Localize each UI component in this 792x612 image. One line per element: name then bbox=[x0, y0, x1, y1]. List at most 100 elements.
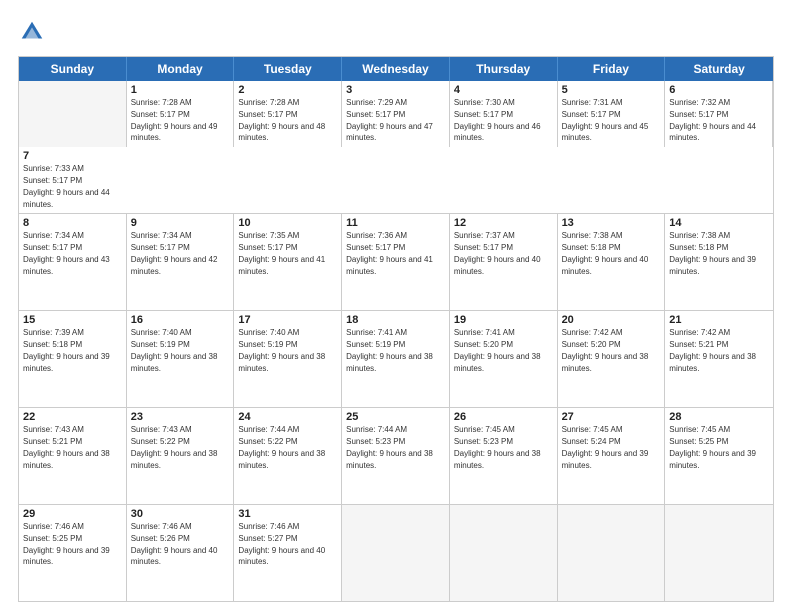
empty-cell bbox=[558, 505, 666, 601]
day-cell: 11 Sunrise: 7:36 AMSunset: 5:17 PMDaylig… bbox=[342, 214, 450, 310]
calendar-header: SundayMondayTuesdayWednesdayThursdayFrid… bbox=[19, 57, 773, 81]
day-info: Sunrise: 7:30 AMSunset: 5:17 PMDaylight:… bbox=[454, 98, 541, 142]
day-info: Sunrise: 7:44 AMSunset: 5:22 PMDaylight:… bbox=[238, 425, 325, 469]
day-number: 10 bbox=[238, 217, 337, 229]
day-number: 19 bbox=[454, 314, 553, 326]
day-cell: 21 Sunrise: 7:42 AMSunset: 5:21 PMDaylig… bbox=[665, 311, 773, 407]
calendar-row: 1 Sunrise: 7:28 AMSunset: 5:17 PMDayligh… bbox=[19, 81, 773, 213]
header-day: Thursday bbox=[450, 57, 558, 81]
header-day: Monday bbox=[127, 57, 235, 81]
day-number: 6 bbox=[669, 84, 768, 96]
day-number: 9 bbox=[131, 217, 230, 229]
day-cell: 26 Sunrise: 7:45 AMSunset: 5:23 PMDaylig… bbox=[450, 408, 558, 504]
day-info: Sunrise: 7:40 AMSunset: 5:19 PMDaylight:… bbox=[238, 328, 325, 372]
day-cell: 25 Sunrise: 7:44 AMSunset: 5:23 PMDaylig… bbox=[342, 408, 450, 504]
day-info: Sunrise: 7:42 AMSunset: 5:21 PMDaylight:… bbox=[669, 328, 756, 372]
calendar-row: 8 Sunrise: 7:34 AMSunset: 5:17 PMDayligh… bbox=[19, 213, 773, 310]
day-cell: 17 Sunrise: 7:40 AMSunset: 5:19 PMDaylig… bbox=[234, 311, 342, 407]
day-info: Sunrise: 7:38 AMSunset: 5:18 PMDaylight:… bbox=[562, 231, 649, 275]
day-info: Sunrise: 7:45 AMSunset: 5:23 PMDaylight:… bbox=[454, 425, 541, 469]
day-info: Sunrise: 7:34 AMSunset: 5:17 PMDaylight:… bbox=[23, 231, 110, 275]
day-number: 21 bbox=[669, 314, 769, 326]
day-info: Sunrise: 7:40 AMSunset: 5:19 PMDaylight:… bbox=[131, 328, 218, 372]
day-number: 14 bbox=[669, 217, 769, 229]
day-info: Sunrise: 7:44 AMSunset: 5:23 PMDaylight:… bbox=[346, 425, 433, 469]
day-cell: 30 Sunrise: 7:46 AMSunset: 5:26 PMDaylig… bbox=[127, 505, 235, 601]
day-cell: 3 Sunrise: 7:29 AMSunset: 5:17 PMDayligh… bbox=[342, 81, 450, 147]
header-day: Friday bbox=[558, 57, 666, 81]
day-cell: 1 Sunrise: 7:28 AMSunset: 5:17 PMDayligh… bbox=[127, 81, 235, 147]
day-info: Sunrise: 7:42 AMSunset: 5:20 PMDaylight:… bbox=[562, 328, 649, 372]
day-info: Sunrise: 7:32 AMSunset: 5:17 PMDaylight:… bbox=[669, 98, 756, 142]
empty-cell bbox=[342, 505, 450, 601]
logo-icon bbox=[18, 18, 46, 46]
day-info: Sunrise: 7:45 AMSunset: 5:25 PMDaylight:… bbox=[669, 425, 756, 469]
day-number: 27 bbox=[562, 411, 661, 423]
day-info: Sunrise: 7:38 AMSunset: 5:18 PMDaylight:… bbox=[669, 231, 756, 275]
calendar: SundayMondayTuesdayWednesdayThursdayFrid… bbox=[18, 56, 774, 602]
day-cell: 14 Sunrise: 7:38 AMSunset: 5:18 PMDaylig… bbox=[665, 214, 773, 310]
calendar-row: 29 Sunrise: 7:46 AMSunset: 5:25 PMDaylig… bbox=[19, 504, 773, 601]
day-info: Sunrise: 7:37 AMSunset: 5:17 PMDaylight:… bbox=[454, 231, 541, 275]
day-cell: 10 Sunrise: 7:35 AMSunset: 5:17 PMDaylig… bbox=[234, 214, 342, 310]
day-info: Sunrise: 7:34 AMSunset: 5:17 PMDaylight:… bbox=[131, 231, 218, 275]
day-cell: 18 Sunrise: 7:41 AMSunset: 5:19 PMDaylig… bbox=[342, 311, 450, 407]
day-number: 15 bbox=[23, 314, 122, 326]
day-cell: 31 Sunrise: 7:46 AMSunset: 5:27 PMDaylig… bbox=[234, 505, 342, 601]
day-info: Sunrise: 7:41 AMSunset: 5:19 PMDaylight:… bbox=[346, 328, 433, 372]
day-cell: 28 Sunrise: 7:45 AMSunset: 5:25 PMDaylig… bbox=[665, 408, 773, 504]
day-number: 1 bbox=[131, 84, 230, 96]
day-cell: 27 Sunrise: 7:45 AMSunset: 5:24 PMDaylig… bbox=[558, 408, 666, 504]
header-day: Tuesday bbox=[234, 57, 342, 81]
day-cell: 13 Sunrise: 7:38 AMSunset: 5:18 PMDaylig… bbox=[558, 214, 666, 310]
day-number: 28 bbox=[669, 411, 769, 423]
day-number: 13 bbox=[562, 217, 661, 229]
day-number: 16 bbox=[131, 314, 230, 326]
day-cell: 12 Sunrise: 7:37 AMSunset: 5:17 PMDaylig… bbox=[450, 214, 558, 310]
day-number: 2 bbox=[238, 84, 337, 96]
day-number: 30 bbox=[131, 508, 230, 520]
page: SundayMondayTuesdayWednesdayThursdayFrid… bbox=[0, 0, 792, 612]
day-info: Sunrise: 7:46 AMSunset: 5:25 PMDaylight:… bbox=[23, 522, 110, 566]
day-cell: 2 Sunrise: 7:28 AMSunset: 5:17 PMDayligh… bbox=[234, 81, 342, 147]
day-info: Sunrise: 7:29 AMSunset: 5:17 PMDaylight:… bbox=[346, 98, 433, 142]
day-cell: 20 Sunrise: 7:42 AMSunset: 5:20 PMDaylig… bbox=[558, 311, 666, 407]
day-number: 5 bbox=[562, 84, 661, 96]
day-cell: 24 Sunrise: 7:44 AMSunset: 5:22 PMDaylig… bbox=[234, 408, 342, 504]
day-number: 23 bbox=[131, 411, 230, 423]
day-cell: 19 Sunrise: 7:41 AMSunset: 5:20 PMDaylig… bbox=[450, 311, 558, 407]
header-day: Sunday bbox=[19, 57, 127, 81]
day-number: 20 bbox=[562, 314, 661, 326]
calendar-row: 15 Sunrise: 7:39 AMSunset: 5:18 PMDaylig… bbox=[19, 310, 773, 407]
day-info: Sunrise: 7:43 AMSunset: 5:21 PMDaylight:… bbox=[23, 425, 110, 469]
empty-cell bbox=[665, 505, 773, 601]
day-cell: 29 Sunrise: 7:46 AMSunset: 5:25 PMDaylig… bbox=[19, 505, 127, 601]
day-cell: 16 Sunrise: 7:40 AMSunset: 5:19 PMDaylig… bbox=[127, 311, 235, 407]
day-number: 4 bbox=[454, 84, 553, 96]
day-cell: 9 Sunrise: 7:34 AMSunset: 5:17 PMDayligh… bbox=[127, 214, 235, 310]
day-number: 26 bbox=[454, 411, 553, 423]
day-cell: 15 Sunrise: 7:39 AMSunset: 5:18 PMDaylig… bbox=[19, 311, 127, 407]
day-cell: 22 Sunrise: 7:43 AMSunset: 5:21 PMDaylig… bbox=[19, 408, 127, 504]
empty-cell bbox=[19, 81, 127, 147]
day-number: 22 bbox=[23, 411, 122, 423]
day-info: Sunrise: 7:41 AMSunset: 5:20 PMDaylight:… bbox=[454, 328, 541, 372]
day-number: 12 bbox=[454, 217, 553, 229]
day-number: 7 bbox=[23, 150, 123, 162]
calendar-body: 1 Sunrise: 7:28 AMSunset: 5:17 PMDayligh… bbox=[19, 81, 773, 601]
day-number: 25 bbox=[346, 411, 445, 423]
header-day: Wednesday bbox=[342, 57, 450, 81]
day-info: Sunrise: 7:36 AMSunset: 5:17 PMDaylight:… bbox=[346, 231, 433, 275]
logo bbox=[18, 18, 50, 46]
empty-cell bbox=[450, 505, 558, 601]
day-number: 31 bbox=[238, 508, 337, 520]
day-number: 17 bbox=[238, 314, 337, 326]
day-info: Sunrise: 7:28 AMSunset: 5:17 PMDaylight:… bbox=[238, 98, 325, 142]
day-number: 24 bbox=[238, 411, 337, 423]
day-info: Sunrise: 7:46 AMSunset: 5:27 PMDaylight:… bbox=[238, 522, 325, 566]
day-number: 3 bbox=[346, 84, 445, 96]
day-info: Sunrise: 7:35 AMSunset: 5:17 PMDaylight:… bbox=[238, 231, 325, 275]
day-number: 11 bbox=[346, 217, 445, 229]
day-info: Sunrise: 7:45 AMSunset: 5:24 PMDaylight:… bbox=[562, 425, 649, 469]
day-cell: 6 Sunrise: 7:32 AMSunset: 5:17 PMDayligh… bbox=[665, 81, 773, 147]
